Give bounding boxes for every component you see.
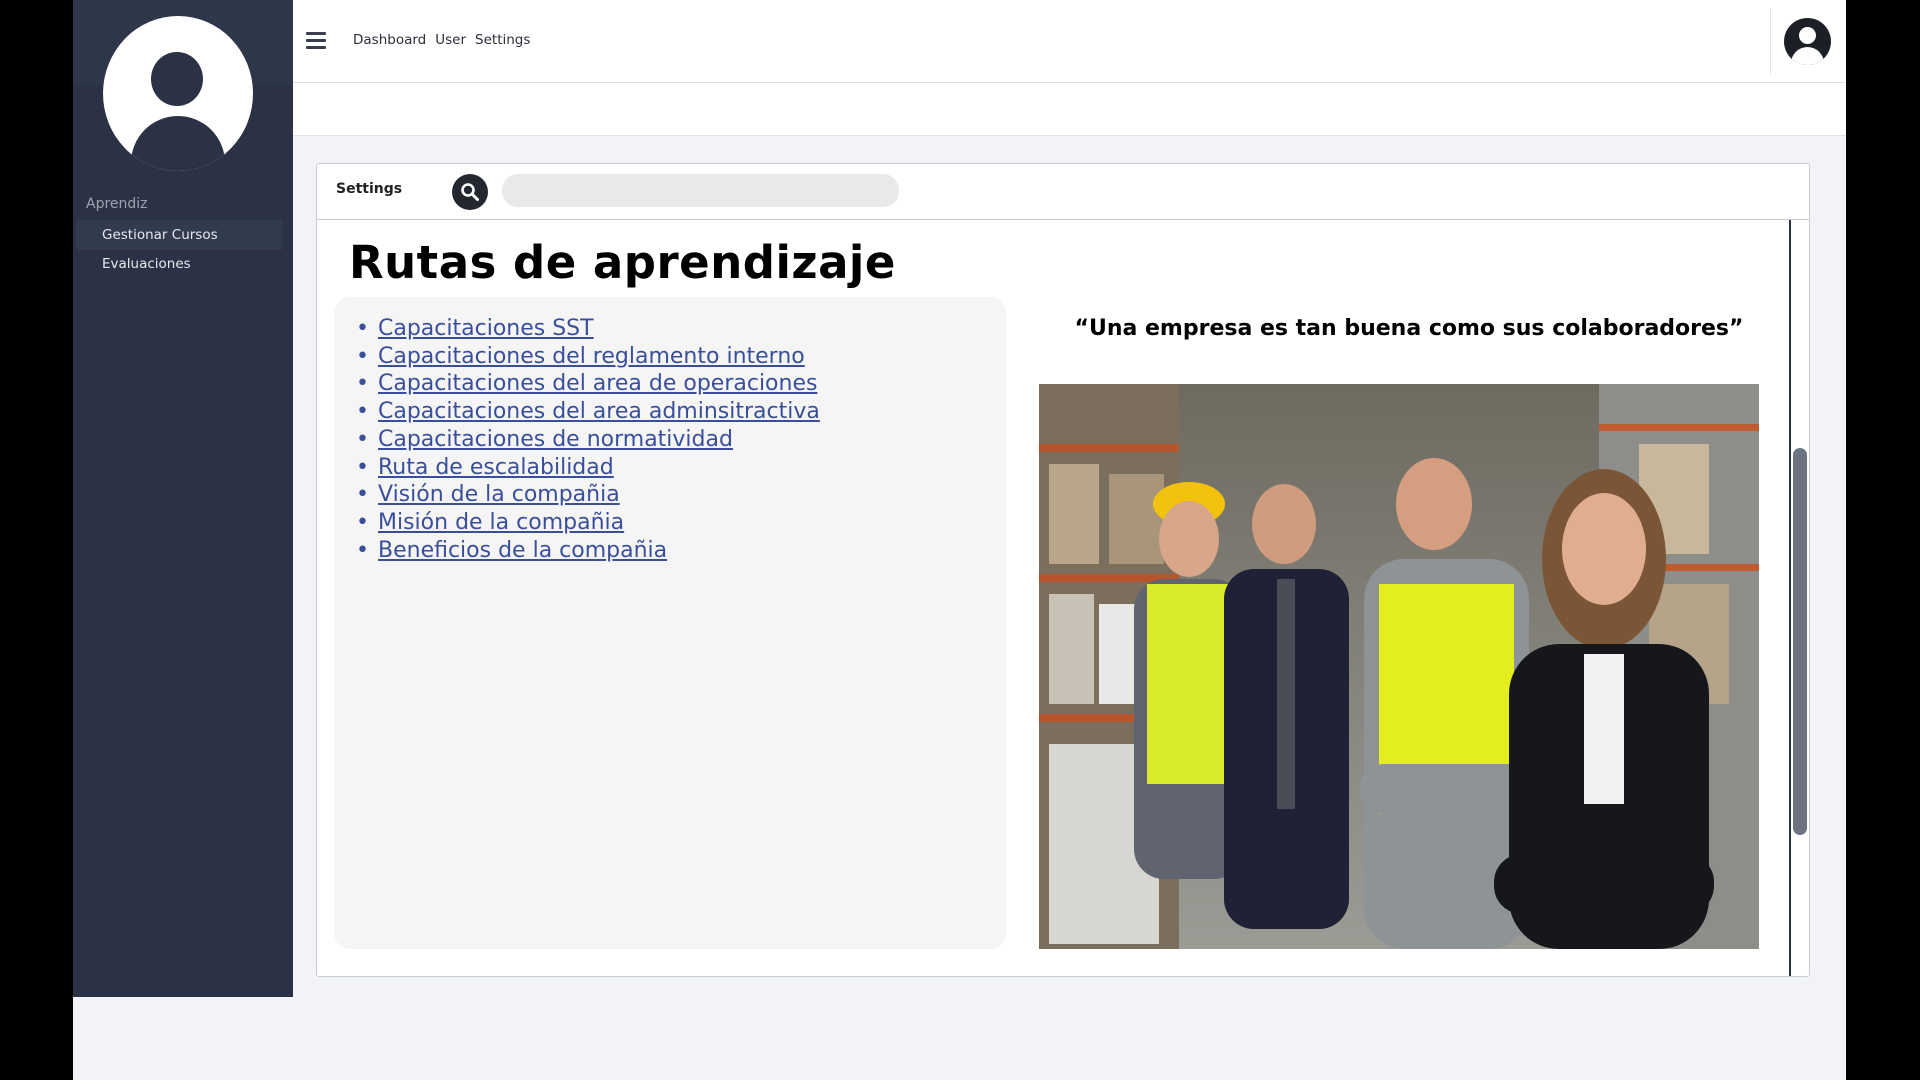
sub-header-bar (293, 83, 1846, 136)
sidebar-item-gestionar-cursos[interactable]: Gestionar Cursos (76, 220, 283, 250)
vertical-scrollbar[interactable] (1789, 220, 1807, 976)
menu-icon[interactable] (306, 32, 326, 50)
profile-avatar-icon[interactable] (103, 16, 253, 171)
panel-title: Settings (336, 181, 403, 197)
top-nav: Dashboard User Settings (353, 32, 539, 48)
link-mision[interactable]: Misión de la compañia (378, 510, 624, 535)
top-navbar: Dashboard User Settings (293, 0, 1846, 83)
list-item: Capacitaciones de normatividad (356, 426, 820, 454)
nav-link-user[interactable]: User (435, 32, 466, 48)
link-vision[interactable]: Visión de la compañia (378, 482, 620, 507)
search-input[interactable] (502, 174, 899, 207)
list-item: Capacitaciones del reglamento interno (356, 343, 820, 371)
link-beneficios[interactable]: Beneficios de la compañia (378, 538, 667, 563)
list-item: Capacitaciones del area de operaciones (356, 370, 820, 398)
link-normatividad[interactable]: Capacitaciones de normatividad (378, 427, 733, 452)
sidebar-section-aprendiz: Aprendiz (86, 196, 148, 212)
content-panel: Settings Rutas de aprendizaje Capacitaci… (316, 163, 1810, 977)
link-ruta-escalabilidad[interactable]: Ruta de escalabilidad (378, 455, 614, 480)
list-item: Visión de la compañia (356, 481, 820, 509)
list-item: Ruta de escalabilidad (356, 454, 820, 482)
nav-link-settings[interactable]: Settings (475, 32, 530, 48)
page-title: Rutas de aprendizaje (349, 236, 896, 289)
scrollbar-thumb[interactable] (1793, 448, 1807, 835)
link-reglamento-interno[interactable]: Capacitaciones del reglamento interno (378, 344, 805, 369)
link-area-administrativa[interactable]: Capacitaciones del area adminsitractiva (378, 399, 820, 424)
team-photo (1039, 384, 1759, 949)
panel-header: Settings (317, 164, 1809, 220)
nav-link-dashboard[interactable]: Dashboard (353, 32, 426, 48)
list-item: Beneficios de la compañia (356, 537, 820, 565)
link-capacitaciones-sst[interactable]: Capacitaciones SST (378, 316, 594, 341)
learning-paths-card: Capacitaciones SST Capacitaciones del re… (334, 297, 1006, 949)
link-area-operaciones[interactable]: Capacitaciones del area de operaciones (378, 371, 817, 396)
sidebar-item-evaluaciones[interactable]: Evaluaciones (76, 249, 283, 279)
user-avatar-icon[interactable] (1784, 18, 1831, 65)
topbar-divider (1770, 8, 1771, 74)
list-item: Misión de la compañia (356, 509, 820, 537)
search-icon[interactable] (452, 174, 488, 210)
company-quote: “Una empresa es tan buena como sus colab… (1074, 316, 1744, 341)
list-item: Capacitaciones del area adminsitractiva (356, 398, 820, 426)
learning-paths-list: Capacitaciones SST Capacitaciones del re… (356, 315, 820, 564)
list-item: Capacitaciones SST (356, 315, 820, 343)
app-window: Aprendiz Gestionar Cursos Evaluaciones D… (73, 0, 1846, 1080)
sidebar: Aprendiz Gestionar Cursos Evaluaciones (73, 0, 293, 997)
